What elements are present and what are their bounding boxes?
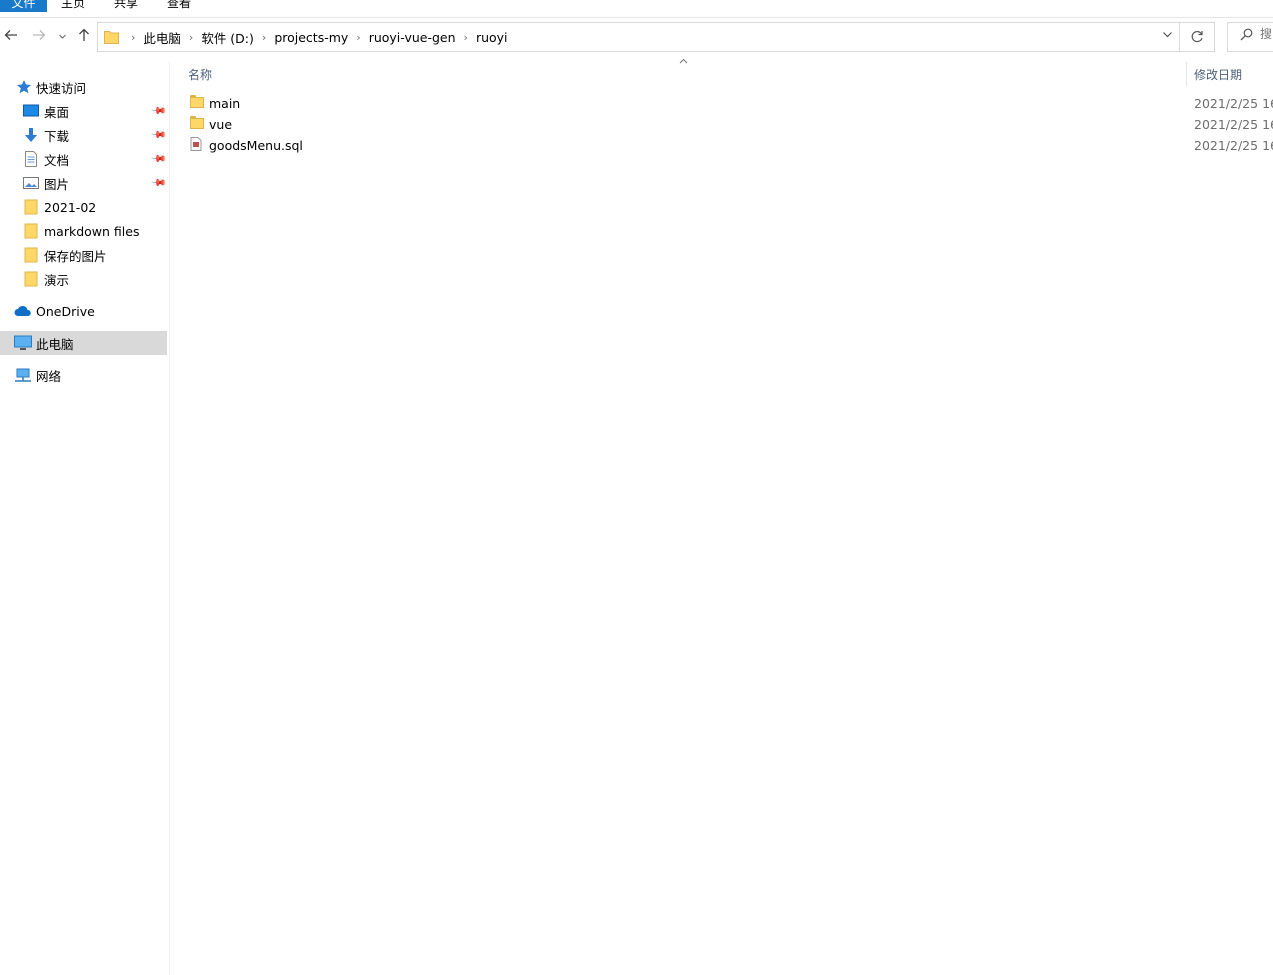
recent-locations-button[interactable] bbox=[55, 28, 69, 46]
up-button[interactable] bbox=[75, 28, 93, 46]
sort-ascending-icon bbox=[679, 56, 688, 67]
navigation-pane: 快速访问 桌面 📌 下载 📌 文档 📌 图片 📌 2021-02 markdow… bbox=[0, 62, 170, 975]
sidebar-item-pictures[interactable]: 图片 📌 bbox=[0, 171, 167, 195]
search-box[interactable] bbox=[1227, 22, 1273, 52]
tab-file[interactable]: 文件 bbox=[0, 0, 47, 12]
file-row-main[interactable]: main 2021/2/25 16: bbox=[188, 93, 1273, 114]
folder-icon bbox=[190, 116, 204, 129]
sidebar-item-label: 快速访问 bbox=[36, 80, 87, 96]
cloud-icon bbox=[14, 302, 32, 320]
file-row-goodsmenu-sql[interactable]: goodsMenu.sql 2021/2/25 16: bbox=[188, 135, 1273, 156]
sidebar-item-onedrive[interactable]: OneDrive bbox=[0, 299, 167, 323]
folder-icon bbox=[22, 198, 40, 216]
arrow-up-icon bbox=[79, 28, 89, 41]
sidebar-item-network[interactable]: 网络 bbox=[0, 363, 167, 387]
sidebar-item-downloads[interactable]: 下载 📌 bbox=[0, 123, 167, 147]
sidebar-item-label: markdown files bbox=[44, 223, 140, 239]
address-bar[interactable]: › 此电脑 › 软件 (D:) › projects-my › ruoyi-vu… bbox=[97, 22, 1215, 52]
breadcrumb-drive-d[interactable]: 软件 (D:) bbox=[201, 28, 254, 47]
sidebar-item-label: 保存的图片 bbox=[44, 248, 107, 264]
sidebar-item-label: 下载 bbox=[44, 128, 70, 144]
sidebar-item-quick-access[interactable]: 快速访问 bbox=[0, 75, 167, 99]
ribbon-tabs: 文件 主页 共享 查看 bbox=[0, 0, 1273, 18]
sidebar-item-saved-pictures[interactable]: 保存的图片 bbox=[0, 243, 167, 267]
pin-icon[interactable]: 📌 bbox=[150, 127, 167, 144]
sidebar-item-label: 此电脑 bbox=[36, 336, 74, 352]
chevron-right-icon[interactable]: › bbox=[262, 31, 266, 44]
sidebar-item-demo[interactable]: 演示 bbox=[0, 267, 167, 291]
chevron-down-icon bbox=[1162, 32, 1172, 38]
column-divider[interactable] bbox=[1186, 62, 1187, 86]
refresh-button[interactable] bbox=[1179, 23, 1214, 51]
breadcrumb-projects-my[interactable]: projects-my bbox=[274, 30, 348, 45]
desktop-icon bbox=[22, 102, 40, 120]
file-name: main bbox=[209, 96, 241, 111]
breadcrumb-ruoyi[interactable]: ruoyi bbox=[476, 30, 508, 45]
computer-icon bbox=[14, 334, 32, 352]
sidebar-item-label: 网络 bbox=[36, 368, 62, 384]
sidebar-item-documents[interactable]: 文档 📌 bbox=[0, 147, 167, 171]
tab-share[interactable]: 共享 bbox=[104, 0, 148, 12]
navigation-bar: › 此电脑 › 软件 (D:) › projects-my › ruoyi-vu… bbox=[0, 18, 1273, 56]
tab-home[interactable]: 主页 bbox=[51, 0, 95, 12]
column-header-name[interactable]: 名称 bbox=[188, 66, 212, 83]
sidebar-item-label: 演示 bbox=[44, 272, 70, 288]
chevron-right-icon[interactable]: › bbox=[464, 31, 468, 44]
star-icon bbox=[15, 78, 33, 96]
folder-icon bbox=[190, 95, 204, 108]
chevron-right-icon[interactable]: › bbox=[189, 31, 193, 44]
search-input[interactable] bbox=[1260, 27, 1273, 41]
file-date: 2021/2/25 16: bbox=[1194, 96, 1273, 111]
back-button[interactable] bbox=[2, 28, 20, 46]
pin-icon[interactable]: 📌 bbox=[150, 175, 167, 192]
folder-icon bbox=[22, 270, 40, 288]
file-row-vue[interactable]: vue 2021/2/25 16: bbox=[188, 114, 1273, 135]
sidebar-item-desktop[interactable]: 桌面 📌 bbox=[0, 99, 167, 123]
sidebar-item-label: OneDrive bbox=[36, 303, 95, 319]
chevron-right-icon[interactable]: › bbox=[356, 31, 360, 44]
sidebar-item-label: 桌面 bbox=[44, 104, 70, 120]
address-history-button[interactable] bbox=[1158, 29, 1176, 45]
breadcrumb: › 此电脑 › 软件 (D:) › projects-my › ruoyi-vu… bbox=[123, 23, 508, 51]
sidebar-item-this-pc[interactable]: 此电脑 bbox=[0, 331, 167, 355]
sidebar-item-2021-02[interactable]: 2021-02 bbox=[0, 195, 167, 219]
sidebar-item-markdown-files[interactable]: markdown files bbox=[0, 219, 167, 243]
file-list-pane: 名称 修改日期 main 2021/2/25 16: vue 2021/2/25… bbox=[170, 56, 1273, 975]
folder-icon bbox=[104, 30, 119, 47]
arrow-left-icon bbox=[4, 30, 17, 40]
file-name: goodsMenu.sql bbox=[209, 138, 303, 153]
sidebar-item-label: 2021-02 bbox=[44, 199, 97, 215]
sidebar-item-label: 图片 bbox=[44, 176, 70, 192]
file-date: 2021/2/25 16: bbox=[1194, 138, 1273, 153]
arrow-right-icon bbox=[33, 30, 46, 40]
download-icon bbox=[22, 126, 40, 144]
refresh-icon bbox=[1191, 30, 1203, 43]
breadcrumb-this-pc[interactable]: 此电脑 bbox=[143, 28, 181, 47]
sidebar-item-label: 文档 bbox=[44, 152, 70, 168]
folder-icon bbox=[22, 246, 40, 264]
breadcrumb-ruoyi-vue-gen[interactable]: ruoyi-vue-gen bbox=[369, 30, 456, 45]
chevron-down-icon bbox=[58, 34, 66, 39]
sql-file-icon bbox=[190, 137, 202, 154]
tab-view[interactable]: 查看 bbox=[157, 0, 201, 12]
picture-icon bbox=[22, 174, 40, 192]
chevron-right-icon: › bbox=[131, 30, 136, 44]
document-icon bbox=[22, 150, 40, 168]
pin-icon[interactable]: 📌 bbox=[150, 151, 167, 168]
file-date: 2021/2/25 16: bbox=[1194, 117, 1273, 132]
file-name: vue bbox=[209, 117, 233, 132]
column-header-date-modified[interactable]: 修改日期 bbox=[1194, 66, 1242, 83]
network-icon bbox=[14, 366, 32, 384]
search-icon bbox=[1240, 28, 1253, 45]
folder-icon bbox=[22, 222, 40, 240]
pin-icon[interactable]: 📌 bbox=[150, 103, 167, 120]
forward-button[interactable] bbox=[30, 28, 48, 46]
